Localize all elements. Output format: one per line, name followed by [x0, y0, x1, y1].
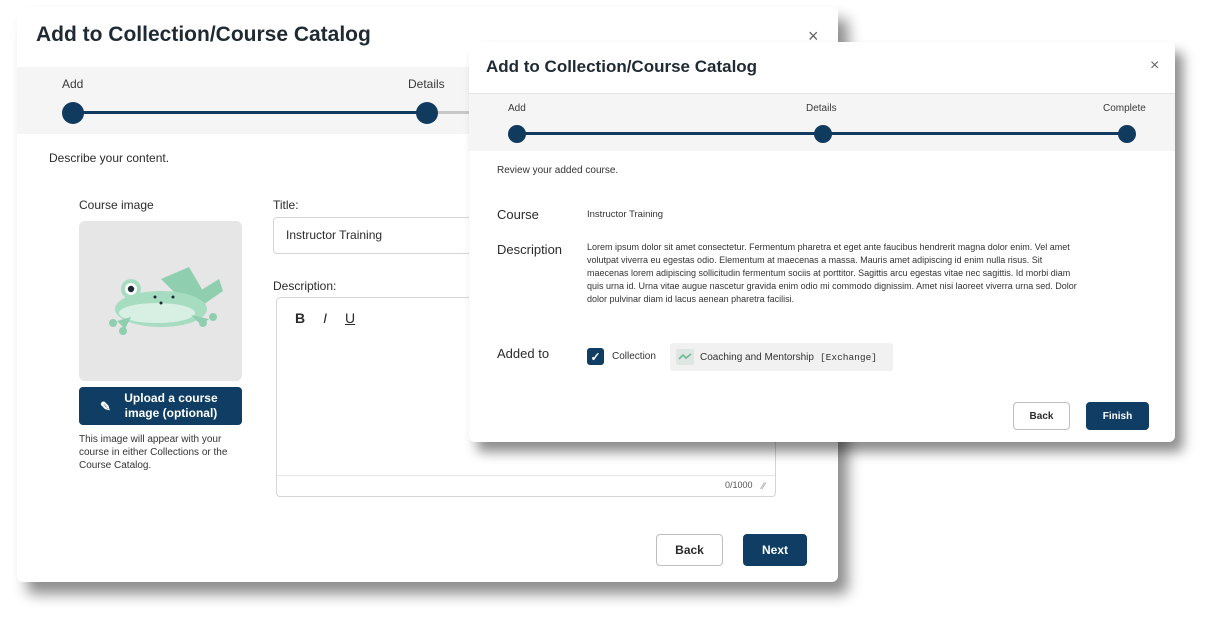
collection-label: Collection — [612, 351, 656, 362]
instruction-text: Review your added course. — [497, 165, 619, 176]
upload-image-button[interactable]: ✎ Upload a course image (optional) — [79, 387, 242, 425]
complete-dialog: Add to Collection/Course Catalog × Add D… — [469, 42, 1175, 442]
course-row-value: Instructor Training — [587, 209, 664, 220]
collection-checkbox[interactable]: ✓ — [587, 348, 604, 365]
step-label-details: Details — [408, 77, 445, 91]
italic-button[interactable]: I — [323, 310, 327, 326]
collection-icon — [676, 349, 694, 365]
step-dot-details — [814, 125, 832, 143]
dialog-title: Add to Collection/Course Catalog — [36, 23, 371, 46]
upload-help-text: This image will appear with your course … — [79, 434, 228, 471]
course-image-preview — [79, 221, 242, 381]
underline-button[interactable]: U — [345, 310, 355, 326]
resize-handle-icon[interactable]: ⁄⁄ — [762, 481, 765, 491]
step-dot-complete — [1118, 125, 1136, 143]
screenshot-stage: Add to Collection/Course Catalog × Add D… — [0, 0, 1222, 624]
description-row-value: Lorem ipsum dolor sit amet consectetur. … — [587, 242, 1077, 304]
progress-stepper: Add Details Complete — [469, 93, 1175, 151]
step-label-add: Add — [508, 103, 526, 114]
close-icon[interactable]: × — [1150, 58, 1159, 74]
collection-tag: [Exchange] — [819, 351, 877, 363]
added-to-label: Added to — [497, 346, 550, 361]
collection-name: Coaching and Mentorship — [700, 351, 814, 363]
editor-toolbar: B I U — [295, 310, 355, 326]
step-dot-add — [508, 125, 526, 143]
editor-footer-divider — [277, 475, 775, 476]
next-button[interactable]: Next — [743, 534, 807, 566]
step-label-complete: Complete — [1103, 103, 1146, 114]
step-dot-details — [416, 102, 438, 124]
course-row-label: Course — [497, 207, 539, 222]
step-dot-add — [62, 102, 84, 124]
back-button[interactable]: Back — [656, 534, 723, 566]
check-icon: ✓ — [590, 349, 601, 364]
course-image-label: Course image — [79, 198, 154, 212]
step-label-details: Details — [806, 103, 837, 114]
dialog-title: Add to Collection/Course Catalog — [486, 57, 758, 76]
description-label: Description: — [273, 279, 337, 293]
back-button[interactable]: Back — [1013, 402, 1070, 430]
pencil-icon: ✎ — [100, 398, 111, 414]
collection-chip: Coaching and Mentorship [Exchange] — [670, 343, 893, 371]
progress-track — [73, 111, 427, 114]
upload-button-label: Upload a course image (optional) — [124, 391, 218, 420]
instruction-text: Describe your content. — [49, 151, 170, 165]
character-counter: 0/1000 — [725, 480, 753, 490]
description-row-label: Description — [497, 242, 563, 257]
title-label: Title: — [273, 198, 299, 212]
step-label-add: Add — [62, 77, 84, 91]
frog-illustration — [108, 267, 223, 335]
title-input[interactable]: Instructor Training — [273, 217, 498, 254]
finish-button[interactable]: Finish — [1086, 402, 1149, 430]
bold-button[interactable]: B — [295, 310, 305, 326]
